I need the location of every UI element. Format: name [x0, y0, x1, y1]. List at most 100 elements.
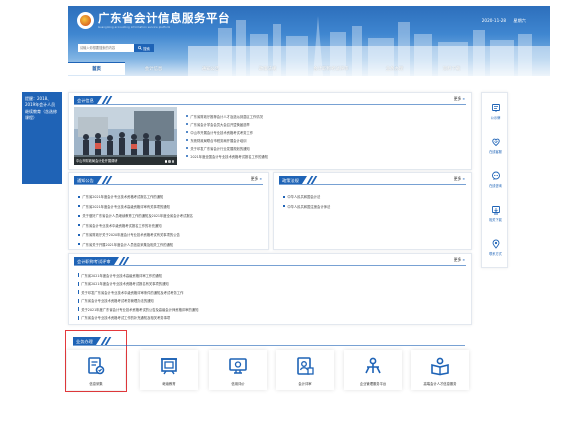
section-title: 通知公告 [74, 176, 97, 184]
list-item[interactable]: 广东省财政厅推荐会计人才及选派到县区工作情况 [186, 112, 466, 120]
list-item[interactable]: 东莞财政局联合市税务局开展会计培训 [186, 136, 466, 144]
business-card-education[interactable]: 继续教育 [140, 350, 198, 390]
policies-more-link[interactable]: 更多 » [454, 176, 465, 182]
business-header: 业务办理 [73, 337, 112, 345]
list-item[interactable]: 广东省2021年度会计专业技术资格考试报名工作的通知 [78, 192, 264, 202]
quick-link-service[interactable]: 在线客服 [482, 137, 509, 154]
notices-list: 广东省2021年度会计专业技术资格考试报名工作的通知 广东省2021年度会计专业… [78, 192, 264, 249]
list-item[interactable]: 关于印发广东省会计专业技术中级资格评审条件的通知及考试考务工作 [78, 288, 468, 297]
nav-policies[interactable]: 政策法规 [239, 62, 296, 75]
business-card-info-collect[interactable]: 信息采集 [67, 350, 125, 390]
accounting-info-more-link[interactable]: 更多 » [454, 96, 465, 102]
search-button[interactable]: 搜索 [134, 44, 154, 52]
enterprise-icon [365, 357, 381, 374]
quick-link-notice[interactable]: 公示牌 [482, 103, 509, 120]
policies-list: 中华人民共和国会计法 中华人民共和国注册会计师法 [283, 192, 469, 211]
quick-link-label: 在线客服 [489, 149, 502, 154]
site-subtitle: Guangdong accounting information service… [98, 26, 171, 29]
list-item[interactable]: 关于印发广东省会计行业发展规划的通知 [186, 144, 466, 152]
review-icon [297, 357, 314, 375]
list-item[interactable]: 广东省会计专业技术资格考试考务管理办法的通知 [78, 297, 468, 306]
current-weekday: 星期六 [513, 18, 526, 23]
talent-icon [431, 357, 449, 376]
info-collect-icon [88, 357, 105, 375]
exam-list: 广东省2021年度会计专业技术高级资格评审工作的通知 广东省2021年度会计专业… [78, 271, 468, 322]
carousel-dots[interactable] [165, 160, 174, 163]
news-photo-caption: 中山市财政局会计处开展调研 [74, 157, 177, 165]
quick-links-sidebar: 公示牌 在线客服 在线咨询 相关下载 联系方式 [481, 92, 508, 268]
nav-exam-review[interactable]: 会计职称考试评审 [296, 62, 366, 75]
reminder-notice[interactable]: 提醒：2018、2019年会计人员继续教育（含选修课程） [22, 92, 62, 184]
education-icon [161, 358, 177, 375]
chat-icon [491, 171, 500, 180]
policies-header: 政策法规 [279, 176, 318, 184]
business-card-enterprise[interactable]: 企业管理服务平台 [344, 350, 402, 390]
exam-more-link[interactable]: 更多 » [454, 257, 465, 263]
list-item[interactable]: 广东省关于开展2021年度会计人员信息采集及相关工作的通知 [78, 240, 264, 250]
exam-header: 会计职称考试评审 [74, 257, 129, 265]
search-bar: 搜索 [78, 44, 154, 52]
business-card-label: 信息采集 [89, 382, 103, 386]
list-item[interactable]: 广东省2021年度会计专业技术资格考试报名有关事项的通知 [78, 280, 468, 289]
download-icon [491, 206, 500, 215]
policies-panel: 政策法规 更多 » 中华人民共和国会计法 中华人民共和国注册会计师法 [273, 172, 472, 250]
business-card-label: 信用评价 [231, 382, 245, 386]
news-photo[interactable]: 中山市财政局会计处开展调研 [74, 107, 177, 165]
exam-review-panel: 会计职称考试评审 更多 » 广东省2021年度会计专业技术高级资格评审工作的通知… [68, 253, 472, 325]
section-title: 会计职称考试评审 [74, 257, 114, 265]
list-item[interactable]: 广东省2021年度会计专业技术高级资格评审有关事项的通知 [78, 202, 264, 212]
list-item[interactable]: 广东省会计专业技术中级资格考试报名工作的补充通知 [78, 221, 264, 231]
business-card-review[interactable]: 会计评审 [276, 350, 334, 390]
service-icon [491, 138, 500, 147]
notice-icon [491, 104, 500, 112]
section-title: 会计信息 [74, 96, 97, 104]
search-icon [138, 46, 142, 50]
search-button-label: 搜索 [143, 46, 150, 51]
business-card-label: 继续教育 [162, 382, 176, 386]
list-item[interactable]: 广东省会计专业技术资格考试工作的补充通知及相关考务事项 [78, 314, 468, 323]
location-icon [492, 239, 499, 249]
date-display: 2020-11-28 星期六 [476, 18, 526, 24]
list-item[interactable]: 中华人民共和国会计法 [283, 192, 469, 202]
list-item[interactable]: 广东省2021年度会计专业技术高级资格评审工作的通知 [78, 271, 468, 280]
credit-icon [229, 358, 247, 374]
notices-header: 通知公告 [74, 176, 113, 184]
reminder-text: 提醒：2018、2019年会计人员继续教育（含选修课程） [25, 96, 57, 120]
quick-link-label: 联系方式 [489, 251, 502, 256]
nav-home[interactable]: 首页 [68, 62, 125, 75]
accounting-info-panel: 会计信息 更多 » 中山市财政局会计处开展调研 广东省财政厅推荐会计人才及选派到… [68, 92, 472, 170]
logo-group[interactable]: 广东省会计信息服务平台 Guangdong accounting informa… [77, 12, 230, 29]
business-card-talent[interactable]: 高端会计人才信息服务 [411, 350, 469, 390]
section-title: 政策法规 [279, 176, 302, 184]
quick-link-contact[interactable]: 联系方式 [482, 239, 509, 256]
list-item[interactable]: 中华人民共和国注册会计师法 [283, 202, 469, 212]
site-title: 广东省会计信息服务平台 [98, 11, 230, 25]
list-item[interactable]: 中山市开展会计专业技术资格考试考务工作 [186, 128, 466, 136]
quick-link-download[interactable]: 相关下载 [482, 205, 509, 222]
list-item[interactable]: 广东省财政厅关于2020年度会计专业技术资格考试有关事项的公告 [78, 230, 264, 240]
notices-panel: 通知公告 更多 » 广东省2021年度会计专业技术资格考试报名工作的通知 广东省… [68, 172, 269, 250]
quick-link-chat[interactable]: 在线咨询 [482, 171, 509, 188]
business-card-label: 企业管理服务平台 [359, 382, 387, 386]
nav-downloads[interactable]: 资料下载 [423, 62, 480, 75]
notices-more-link[interactable]: 更多 » [251, 176, 262, 182]
site-logo-icon [77, 12, 94, 29]
main-nav: 首页 会计信息 通知公告 政策法规 会计职称考试评审 业务办理 资料下载 [68, 62, 550, 75]
search-input[interactable] [78, 44, 134, 52]
list-item[interactable]: 广东省会计学会会员大会召开暨换届选举 [186, 120, 466, 128]
section-title: 业务办理 [73, 337, 96, 345]
business-card-label: 高端会计人才信息服务 [423, 382, 457, 386]
list-item[interactable]: 关于2021年度广东省会计专业技术资格考试的公告及高级会计师资格评审的通知 [78, 305, 468, 314]
list-item[interactable]: 关于做好广东省会计人员继续教育工作的通知及2021年度全省会计考试报名 [78, 211, 264, 221]
quick-link-label: 在线咨询 [489, 183, 502, 188]
nav-notices[interactable]: 通知公告 [182, 62, 239, 75]
list-item[interactable]: 2021年度全国会计专业技术资格考试报名工作的通知 [186, 152, 466, 160]
nav-accounting-info[interactable]: 会计信息 [125, 62, 182, 75]
accounting-info-list: 广东省财政厅推荐会计人才及选派到县区工作情况 广东省会计学会会员大会召开暨换届选… [186, 112, 466, 160]
accounting-info-header: 会计信息 [74, 96, 113, 104]
nav-business[interactable]: 业务办理 [366, 62, 423, 75]
quick-link-label: 相关下载 [489, 217, 502, 222]
current-date: 2020-11-28 [481, 18, 507, 23]
business-card-label: 会计评审 [298, 382, 312, 386]
business-card-credit[interactable]: 信用评价 [209, 350, 267, 390]
